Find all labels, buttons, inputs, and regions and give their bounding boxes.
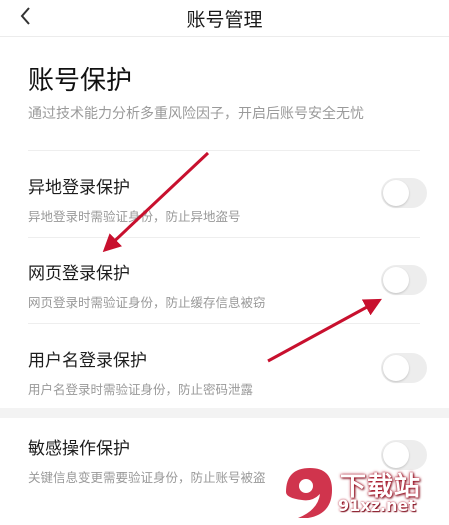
- page-title: 账号管理: [186, 9, 263, 31]
- divider: [28, 323, 420, 324]
- setting-row-username-login: 用户名登录保护 用户名登录时需验证身份，防止密码泄露: [28, 346, 420, 398]
- setting-label: 异地登录保护: [28, 178, 130, 198]
- setting-description: 网页登录时需验证身份，防止缓存信息被窃: [28, 295, 266, 310]
- setting-row-remote-login: 异地登录保护 异地登录时需验证身份，防止异地盗号: [28, 173, 420, 225]
- section-description: 通过技术能力分析多重风险因子，开启后账号安全无忧: [28, 106, 364, 122]
- setting-label: 敏感操作保护: [28, 439, 130, 459]
- toggle-knob: [383, 180, 409, 206]
- username-login-toggle[interactable]: [381, 353, 427, 383]
- logo-mark-icon: [286, 468, 332, 518]
- top-bar: 账号管理: [0, 0, 449, 37]
- section-gap: [0, 408, 449, 418]
- divider: [28, 237, 420, 238]
- setting-description: 用户名登录时需验证身份，防止密码泄露: [28, 382, 254, 397]
- web-login-toggle[interactable]: [381, 265, 427, 295]
- watermark-url: 91xz.net: [338, 496, 416, 515]
- setting-row-web-login: 网页登录保护 网页登录时需验证身份，防止缓存信息被窃: [28, 259, 420, 311]
- section-title: 账号保护: [28, 66, 133, 96]
- toggle-knob: [383, 267, 409, 293]
- toggle-knob: [383, 355, 409, 381]
- setting-label: 网页登录保护: [28, 264, 130, 284]
- setting-description: 异地登录时需验证身份，防止异地盗号: [28, 209, 241, 224]
- remote-login-toggle[interactable]: [381, 178, 427, 208]
- divider: [28, 150, 420, 151]
- watermark-logo: 下载站 91xz.net: [278, 462, 446, 522]
- setting-label: 用户名登录保护: [28, 351, 147, 371]
